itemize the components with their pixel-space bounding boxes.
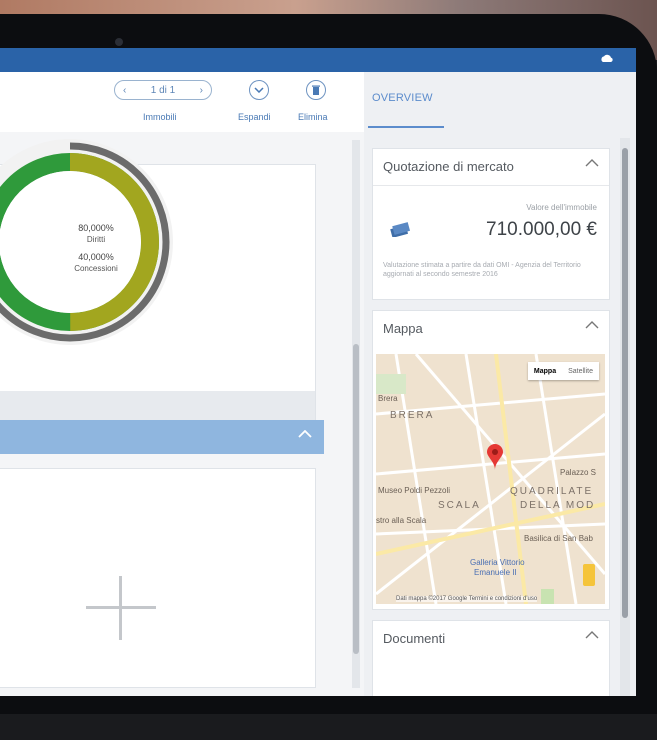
main-scrollbar-thumb[interactable]: [353, 344, 359, 654]
documents-title: Documenti: [383, 631, 446, 646]
map-label: Emanuele II: [474, 568, 517, 577]
map-label: BRERA: [390, 410, 435, 421]
market-value-label: Valore dell'immobile: [526, 203, 597, 212]
donut-value-2: 40,000%: [78, 252, 114, 262]
webcam: [115, 38, 123, 46]
map-label: SCALA: [438, 500, 481, 511]
empty-card: [0, 468, 316, 688]
side-scrollbar-thumb[interactable]: [622, 148, 628, 618]
pager-prev-icon[interactable]: ‹: [123, 85, 126, 96]
chevron-up-icon[interactable]: [585, 631, 599, 639]
donut-label-1: Diritti: [87, 235, 105, 244]
tab-underline: [368, 126, 444, 128]
map-type-toggle[interactable]: Mappa Satellite: [527, 362, 599, 380]
street-view-pegman-icon[interactable]: [583, 564, 595, 586]
app-screen: ‹ 1 di 1 › Immobili Espandi Elimina 80,0…: [0, 48, 636, 696]
add-plus-icon[interactable]: [86, 576, 156, 640]
map-label: Museo Poldi Pezzoli: [378, 486, 451, 495]
donut-label-2: Concessioni: [74, 264, 118, 273]
market-value: 710.000,00 €: [486, 219, 597, 240]
map-view[interactable]: Mappa Satellite Brera BRERA Palazzo S Mu…: [376, 354, 605, 604]
map-label: Basilica di San Bab: [524, 534, 593, 543]
market-title: Quotazione di mercato: [383, 159, 514, 174]
map-label: Palazzo S: [560, 468, 597, 477]
toolbar: ‹ 1 di 1 › Immobili Espandi Elimina: [0, 72, 364, 132]
map-label: Galleria Vittorio: [470, 558, 525, 567]
map-label: DELLA MOD: [520, 500, 596, 511]
chevron-up-icon[interactable]: [298, 430, 312, 438]
map-pin-icon[interactable]: [487, 444, 503, 470]
chevron-up-icon[interactable]: [585, 159, 599, 167]
map-label: QUADRILATE: [510, 486, 594, 497]
market-card: Quotazione di mercato Valore dell'immobi…: [372, 148, 610, 300]
documents-card: Documenti: [372, 620, 610, 696]
divider: [373, 185, 609, 186]
map-title: Mappa: [383, 321, 423, 336]
tab-overview[interactable]: OVERVIEW: [372, 92, 433, 104]
market-note: Valutazione stimata a partire da dati OM…: [383, 262, 581, 278]
delete-button[interactable]: Elimina: [298, 112, 328, 122]
expand-icon[interactable]: [249, 80, 269, 100]
cloud-icon[interactable]: [600, 52, 614, 66]
map-toggle-satellite[interactable]: Satellite: [562, 368, 599, 375]
pager[interactable]: ‹ 1 di 1 ›: [114, 80, 212, 100]
chevron-up-icon[interactable]: [585, 321, 599, 329]
side-scrollbar[interactable]: [620, 138, 630, 696]
main-scrollbar[interactable]: [352, 140, 360, 688]
map-label: stro alla Scala: [376, 516, 427, 525]
trash-icon[interactable]: [306, 80, 326, 100]
map-label: Brera: [378, 394, 398, 403]
map-toggle-map[interactable]: Mappa: [528, 368, 562, 375]
pager-next-icon[interactable]: ›: [200, 85, 203, 96]
pager-text: 1 di 1: [150, 84, 176, 96]
donut-value-1: 80,000%: [78, 223, 114, 233]
top-bar: [0, 48, 636, 72]
section-header-bar[interactable]: [0, 420, 324, 454]
rights-donut-chart: 80,000% Diritti 40,000% Concessioni: [0, 139, 173, 345]
map-attribution: Dati mappa ©2017 Google Termini e condiz…: [396, 596, 538, 602]
expand-button[interactable]: Espandi: [238, 112, 271, 122]
pager-caption: Immobili: [143, 112, 177, 122]
money-icon: [390, 222, 411, 237]
donut-hole: [0, 171, 141, 313]
